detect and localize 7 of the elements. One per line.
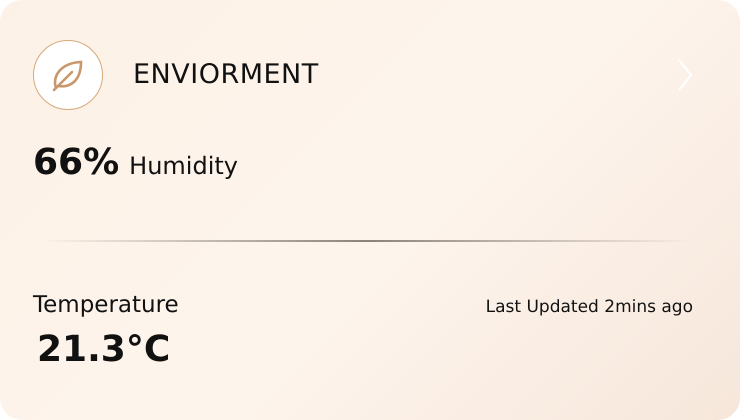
chevron-icon[interactable] — [677, 58, 693, 92]
last-updated-text: Last Updated 2mins ago — [486, 296, 693, 319]
humidity-label: Humidity — [129, 151, 238, 182]
temperature-value: 21.3°C — [37, 328, 170, 370]
humidity-value: 66% — [33, 141, 120, 185]
temperature-label: Temperature — [33, 291, 179, 320]
card-title: ENVIORMENT — [133, 58, 319, 92]
